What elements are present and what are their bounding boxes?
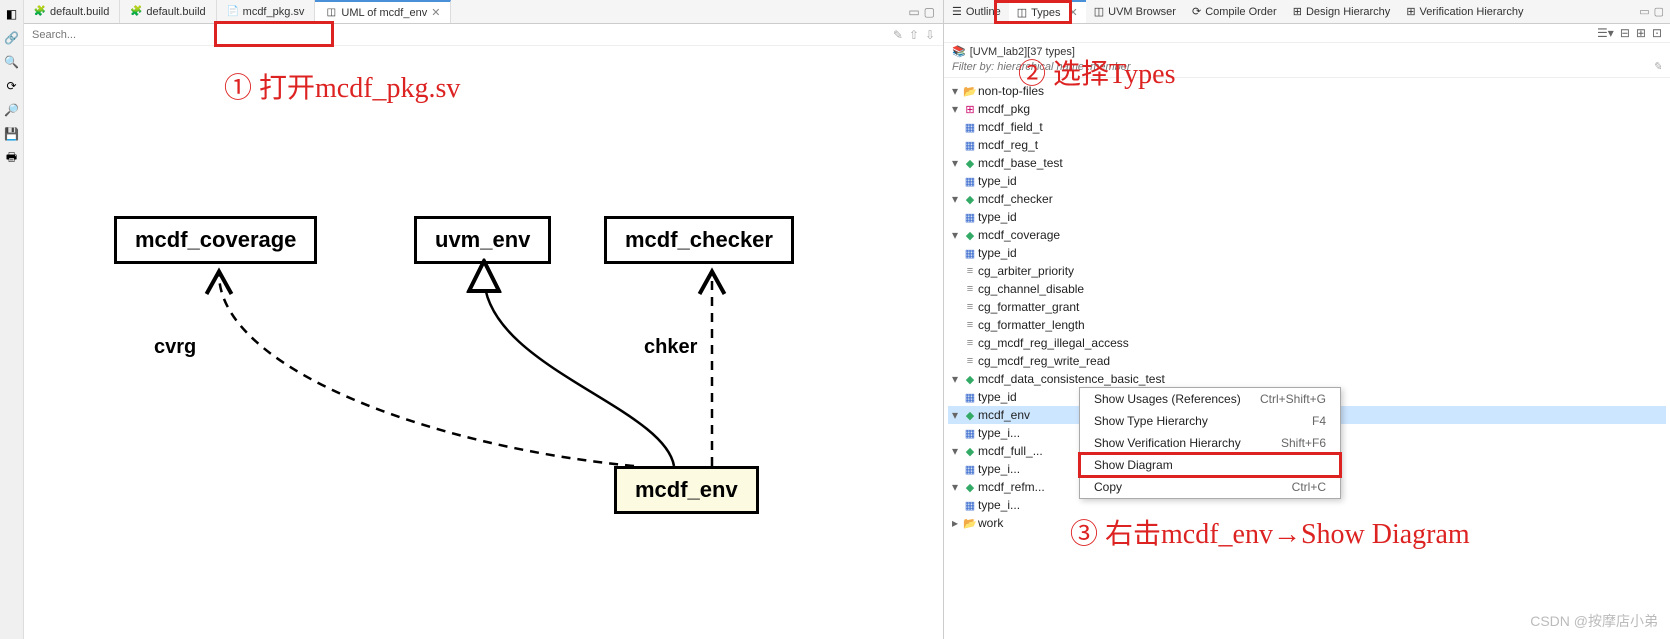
uvm-icon: ◫ (1094, 5, 1104, 18)
menu-copy[interactable]: CopyCtrl+C (1080, 476, 1340, 498)
editor-tabs: 🧩 default.build 🧩 default.build 📄 mcdf_p… (24, 0, 943, 24)
tree-node-base-test[interactable]: ▾◆mcdf_base_test (948, 154, 1666, 172)
down-icon[interactable]: ⇩ (925, 28, 935, 42)
node-label: uvm_env (435, 227, 530, 252)
tree-node-cg[interactable]: ≡cg_arbiter_priority (948, 262, 1666, 280)
sidetab-uvm[interactable]: ◫ UVM Browser (1086, 0, 1184, 23)
types-icon: ◫ (1017, 6, 1027, 19)
expand-icon[interactable]: ⊞ (1636, 26, 1646, 40)
tab-label: Outline (966, 6, 1001, 18)
tree-node-cg[interactable]: ≡cg_mcdf_reg_illegal_access (948, 334, 1666, 352)
tree-node-type-id[interactable]: ▦type_id (948, 172, 1666, 190)
tab-label: Compile Order (1205, 6, 1277, 18)
tree-node-field-t[interactable]: ▦mcdf_field_t (948, 118, 1666, 136)
search-input[interactable] (32, 29, 893, 41)
tab-label: default.build (50, 6, 109, 18)
collapse-icon[interactable]: ⊟ (1620, 26, 1630, 40)
context-menu: Show Usages (References)Ctrl+Shift+G Sho… (1079, 387, 1341, 499)
tab-default-build-2[interactable]: 🧩 default.build (120, 0, 216, 23)
annotation-3: ③ 右击mcdf_env→Show Diagram (1070, 512, 1470, 552)
menu-verif-hierarchy[interactable]: Show Verification HierarchyShift+F6 (1080, 432, 1340, 454)
tab-mcdf-pkg[interactable]: 📄 mcdf_pkg.sv (217, 0, 316, 23)
outline-icon[interactable]: ◧ (4, 6, 20, 22)
tree-node-data-test[interactable]: ▾◆mcdf_data_consistence_basic_test (948, 370, 1666, 388)
edge-label-cvrg: cvrg (154, 336, 196, 359)
sv-file-icon: 📄 (227, 6, 239, 18)
tab-label: default.build (146, 6, 205, 18)
tree-node-cg[interactable]: ≡cg_channel_disable (948, 280, 1666, 298)
tab-label: Verification Hierarchy (1420, 6, 1524, 18)
tree-node-cg[interactable]: ≡cg_formatter_grant (948, 298, 1666, 316)
tree-node-type-id[interactable]: ▦type_id (948, 208, 1666, 226)
menu-show-usages[interactable]: Show Usages (References)Ctrl+Shift+G (1080, 388, 1340, 410)
sidetab-outline[interactable]: ☰ Outline (944, 0, 1009, 23)
tree-node-checker[interactable]: ▾◆mcdf_checker (948, 190, 1666, 208)
build-icon: 🧩 (130, 6, 142, 18)
close-icon[interactable]: ✕ (431, 6, 440, 19)
tab-uml[interactable]: ◫ UML of mcdf_env ✕ (315, 0, 451, 23)
tab-label: UML of mcdf_env (341, 7, 427, 19)
close-icon[interactable]: ✕ (1069, 6, 1078, 19)
uml-node-env[interactable]: mcdf_env (614, 466, 759, 514)
tree-node-coverage[interactable]: ▾◆mcdf_coverage (948, 226, 1666, 244)
search-bar: ✎ ⇧ ⇩ (24, 24, 943, 46)
pane-controls: ▭ ▢ (900, 5, 943, 19)
annotation-1: ① 打开mcdf_pkg.sv (224, 66, 460, 106)
tree-node-cg[interactable]: ≡cg_mcdf_reg_write_read (948, 352, 1666, 370)
uml-node-coverage[interactable]: mcdf_coverage (114, 216, 317, 264)
node-label: mcdf_env (635, 477, 738, 502)
zoom-out-icon[interactable]: 🔎 (4, 102, 20, 118)
zoom-reset-icon[interactable]: ⟳ (4, 78, 20, 94)
sidetab-design[interactable]: ⊞ Design Hierarchy (1285, 0, 1399, 23)
outline-icon: ☰ (952, 5, 962, 18)
uml-node-checker[interactable]: mcdf_checker (604, 216, 794, 264)
uml-canvas[interactable]: mcdf_coverage uvm_env mcdf_checker mcdf_… (24, 46, 943, 639)
sidetab-verif[interactable]: ⊞ Verification Hierarchy (1398, 0, 1531, 23)
uml-icon: ◫ (325, 7, 337, 19)
design-icon: ⊞ (1293, 5, 1302, 18)
tab-label: Design Hierarchy (1306, 6, 1390, 18)
tree-node-type-id[interactable]: ▦type_id (948, 244, 1666, 262)
verif-icon: ⊞ (1406, 5, 1415, 18)
node-label: mcdf_checker (625, 227, 773, 252)
side-toolbar: ☰▾ ⊟ ⊞ ⊡ (944, 24, 1670, 43)
tab-label: Types (1031, 7, 1060, 19)
minimize-icon[interactable]: ▭ (1639, 5, 1649, 18)
watermark: CSDN @按摩店小弟 (1530, 611, 1658, 631)
wand-icon[interactable]: ✎ (893, 28, 903, 42)
menu-show-diagram[interactable]: Show Diagram (1080, 454, 1340, 476)
tab-default-build-1[interactable]: 🧩 default.build (24, 0, 120, 23)
edge-label-chker: chker (644, 336, 697, 359)
editor-pane: 🧩 default.build 🧩 default.build 📄 mcdf_p… (24, 0, 944, 639)
zoom-in-icon[interactable]: 🔍 (4, 54, 20, 70)
sidetab-types[interactable]: ◫ Types ✕ (1009, 0, 1086, 23)
left-vertical-toolbar: ◧ 🔗 🔍 ⟳ 🔎 💾 🖶 (0, 0, 24, 639)
tab-label: UVM Browser (1108, 6, 1176, 18)
tree-node-pkg[interactable]: ▾⊞mcdf_pkg (948, 100, 1666, 118)
types-tree[interactable]: ▾📂non-top-files ▾⊞mcdf_pkg ▦mcdf_field_t… (944, 78, 1670, 639)
menu-type-hierarchy[interactable]: Show Type HierarchyF4 (1080, 410, 1340, 432)
build-icon: 🧩 (34, 6, 46, 18)
up-icon[interactable]: ⇧ (909, 28, 919, 42)
sidetab-compile[interactable]: ⟳ Compile Order (1184, 0, 1285, 23)
wand-icon[interactable]: ✎ (1653, 60, 1662, 73)
link-icon[interactable]: 🔗 (4, 30, 20, 46)
tree-node-reg-t[interactable]: ▦mcdf_reg_t (948, 136, 1666, 154)
menu-icon[interactable]: ☰▾ (1597, 26, 1614, 40)
compile-icon: ⟳ (1192, 5, 1201, 18)
save-icon[interactable]: 💾 (4, 126, 20, 142)
node-label: mcdf_coverage (135, 227, 296, 252)
side-tabs: ☰ Outline ◫ Types ✕ ◫ UVM Browser ⟳ Compile O… (944, 0, 1670, 24)
tree-mode-icon[interactable]: ⊡ (1652, 26, 1662, 40)
minimize-icon[interactable]: ▭ (908, 5, 919, 19)
maximize-icon[interactable]: ▢ (1654, 5, 1664, 18)
tab-label: mcdf_pkg.sv (243, 6, 305, 18)
tree-node-cg[interactable]: ≡cg_formatter_length (948, 316, 1666, 334)
maximize-icon[interactable]: ▢ (924, 5, 935, 19)
lib-icon: 📚 (952, 45, 966, 58)
annotation-2: ② 选择Types (1018, 52, 1175, 92)
print-icon[interactable]: 🖶 (4, 150, 20, 166)
uml-node-uvm-env[interactable]: uvm_env (414, 216, 551, 264)
